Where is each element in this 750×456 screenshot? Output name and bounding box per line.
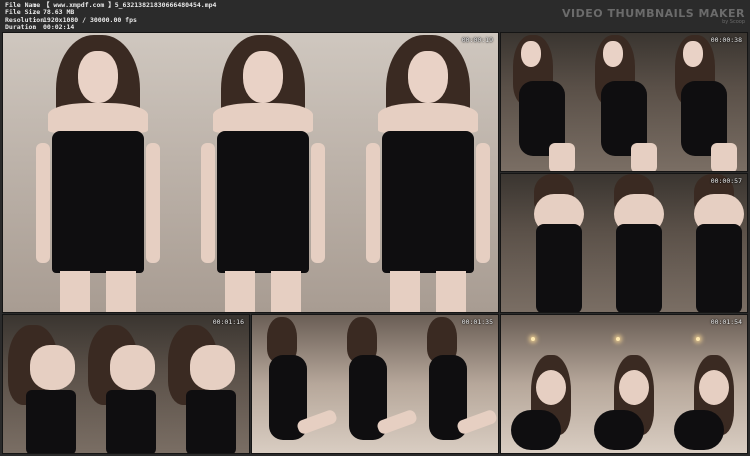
file-metadata: File Name : 【 www.xmpdf.com 】5_632138218… (5, 1, 216, 32)
info-header: File Name : 【 www.xmpdf.com 】5_632138218… (0, 0, 750, 32)
thumbnail-5[interactable]: 00:01:35 (251, 314, 499, 454)
figure (366, 33, 490, 312)
meta-separator: : (33, 23, 37, 32)
video-frame (3, 315, 249, 453)
video-frame (501, 315, 747, 453)
figure (36, 33, 160, 312)
meta-row-duration: Duration : 00:02:14 (5, 23, 216, 32)
video-frame (501, 33, 747, 171)
timestamp-label: 00:01:54 (710, 318, 742, 326)
figure (201, 33, 325, 312)
thumbnail-3[interactable]: 00:00:57 (500, 173, 748, 313)
timestamp-label: 00:01:35 (461, 318, 493, 326)
thumbnail-1[interactable]: 00:00:19 (2, 32, 499, 313)
video-frame (252, 315, 498, 453)
brand-title: VIDEO THUMBNAILS MAKER (562, 7, 745, 20)
meta-value: 00:02:14 (43, 23, 75, 32)
video-frame (501, 174, 747, 312)
timestamp-label: 00:01:16 (212, 318, 244, 326)
thumbnail-4[interactable]: 00:01:16 (2, 314, 250, 454)
thumbnail-2[interactable]: 00:00:38 (500, 32, 748, 172)
meta-key: Duration (5, 23, 37, 32)
timestamp-label: 00:00:57 (710, 177, 742, 185)
timestamp-label: 00:00:19 (461, 36, 493, 44)
brand-watermark: VIDEO THUMBNAILS MAKER by Scoop (562, 7, 745, 25)
thumbnail-6[interactable]: 00:01:54 (500, 314, 748, 454)
timestamp-label: 00:00:38 (710, 36, 742, 44)
video-frame (3, 33, 498, 312)
